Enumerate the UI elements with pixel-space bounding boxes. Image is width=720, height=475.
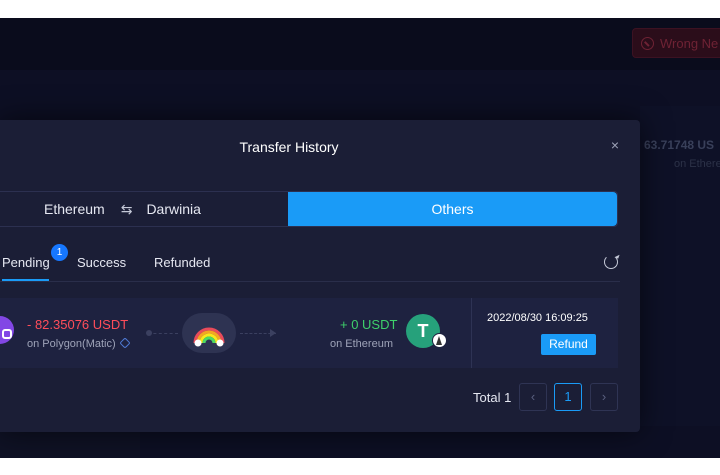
- page-1-button[interactable]: 1: [554, 383, 582, 411]
- polygon-token-icon: [0, 316, 14, 344]
- pending-count-badge: 1: [51, 244, 68, 261]
- modal-title: Transfer History: [239, 139, 339, 155]
- warning-icon: [641, 36, 654, 50]
- tab-refunded[interactable]: Refunded: [154, 255, 210, 270]
- app-screen: Wrong Ne 63.71748 US on Ethere Transfer …: [0, 18, 720, 458]
- prev-page-button[interactable]: ‹: [519, 383, 547, 411]
- wrong-network-label: Wrong Ne: [660, 35, 719, 51]
- top-bar: Wrong Ne: [0, 18, 720, 70]
- wrong-network-button[interactable]: Wrong Ne: [632, 28, 720, 58]
- refund-button[interactable]: Refund: [541, 334, 596, 355]
- total-count: Total 1: [473, 390, 512, 405]
- transfer-history-modal: Transfer History × Ethereum ⇆ Darwinia O…: [0, 120, 640, 432]
- swap-icon: ⇆: [120, 200, 133, 217]
- background-panel: [0, 428, 140, 458]
- direction-ethereum-darwinia-option[interactable]: Ethereum ⇆ Darwinia: [0, 192, 288, 226]
- record-timestamp: 2022/08/30 16:09:25: [487, 312, 588, 324]
- from-network: on Polygon(Matic): [27, 338, 116, 350]
- path-line-left: [148, 333, 178, 334]
- close-button[interactable]: ×: [606, 136, 624, 154]
- background-balance-network: on Ethere: [674, 158, 720, 170]
- background-balance-amount: 63.71748 US: [644, 138, 715, 152]
- explorer-link-icon[interactable]: [119, 337, 131, 349]
- to-network: on Ethereum: [330, 338, 393, 350]
- to-amount: + 0 USDT: [340, 317, 398, 332]
- ethereum-chain-icon: [432, 333, 447, 348]
- from-amount: - 82.35076 USDT: [27, 317, 129, 332]
- polygon-chain-icon: [2, 329, 12, 339]
- pagination: Total 1 ‹ 1 ›: [0, 382, 640, 412]
- from-network-label: Ethereum: [44, 201, 105, 217]
- record-divider: [471, 298, 472, 368]
- status-tabs: Pending 1 Success Refunded: [0, 244, 620, 282]
- path-arrow-icon: [270, 329, 276, 337]
- tab-pending[interactable]: Pending 1: [2, 244, 68, 281]
- next-page-button[interactable]: ›: [590, 383, 618, 411]
- direction-segmented-control: Ethereum ⇆ Darwinia Others: [0, 191, 618, 227]
- transfer-record-row: - 82.35076 USDT on Polygon(Matic) + 0 US…: [0, 298, 618, 368]
- others-option[interactable]: Others: [288, 192, 617, 226]
- background-balance-card: [640, 106, 720, 426]
- to-network-label: Darwinia: [146, 201, 201, 217]
- tab-pending-label: Pending: [2, 255, 50, 270]
- others-label: Others: [431, 201, 474, 217]
- bridge-rainbow-icon: [182, 313, 236, 353]
- tab-success[interactable]: Success: [77, 255, 126, 270]
- refresh-icon[interactable]: [604, 255, 618, 269]
